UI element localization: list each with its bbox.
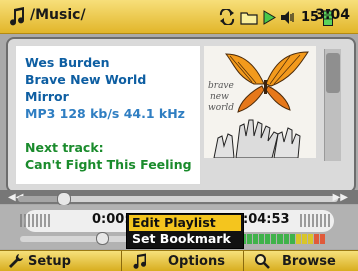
- tab-browse-label: Browse: [282, 253, 336, 269]
- folder-path: /Music/: [30, 7, 86, 23]
- bottom-menu-bar: Setup Options Browse: [0, 250, 358, 271]
- now-playing-panel: Wes Burden Brave New World Mirror MP3 12…: [6, 37, 356, 193]
- scrollbar-thumb[interactable]: [326, 53, 340, 93]
- speaker-icon: [280, 10, 296, 25]
- next-track-title: Can't Fight This Feeling: [25, 157, 192, 172]
- tab-options[interactable]: Options: [124, 251, 240, 271]
- tab-options-label: Options: [168, 253, 225, 269]
- top-status-bar: /Music/ 15 3:04: [0, 0, 358, 34]
- next-track-label: Next track:: [25, 140, 104, 155]
- elapsed-time: 0:00:: [92, 212, 130, 227]
- play-icon: [262, 9, 276, 25]
- cover-text-2: new: [210, 92, 229, 102]
- track-info: Wes Burden Brave New World Mirror MP3 12…: [15, 45, 201, 185]
- menu-item-set-bookmark[interactable]: Set Bookmark: [129, 231, 241, 247]
- screen: /Music/ 15 3:04 Wes Burden Brave New Wor…: [0, 0, 358, 271]
- repeat-icon: [218, 9, 236, 25]
- magnifier-icon: [255, 254, 270, 269]
- cover-text-1: brave: [208, 81, 234, 91]
- tab-setup[interactable]: Setup: [0, 251, 118, 271]
- level-meter: [235, 234, 325, 244]
- tab-browse[interactable]: Browse: [246, 251, 358, 271]
- cover-text-3: world: [208, 103, 234, 113]
- progress-knob[interactable]: [57, 192, 71, 206]
- wrench-icon: [9, 254, 23, 268]
- artist-name: Wes Burden: [25, 55, 110, 70]
- clock: 3:04: [315, 7, 350, 23]
- tab-setup-label: Setup: [28, 253, 71, 269]
- music-note-icon: [10, 7, 25, 26]
- speaker-grille-right: [300, 214, 330, 227]
- album-name: Brave New World: [25, 72, 147, 87]
- divider: [121, 251, 122, 271]
- track-title: Mirror: [25, 89, 69, 104]
- options-menu: Edit Playlist Set Bookmark: [126, 213, 244, 249]
- total-time: :04:53: [243, 212, 290, 227]
- divider: [243, 251, 244, 271]
- fast-forward-icon[interactable]: ▶▶: [333, 192, 348, 203]
- audio-format: MP3 128 kb/s 44.1 kHz: [25, 106, 185, 121]
- speaker-grille-left: [20, 214, 50, 227]
- menu-item-edit-playlist[interactable]: Edit Playlist: [129, 215, 241, 231]
- volume-knob[interactable]: [96, 232, 109, 245]
- panel-scrollbar[interactable]: [324, 49, 341, 161]
- music-note-icon: [133, 253, 147, 269]
- folder-icon: [240, 10, 258, 25]
- album-cover: brave new world: [204, 46, 316, 159]
